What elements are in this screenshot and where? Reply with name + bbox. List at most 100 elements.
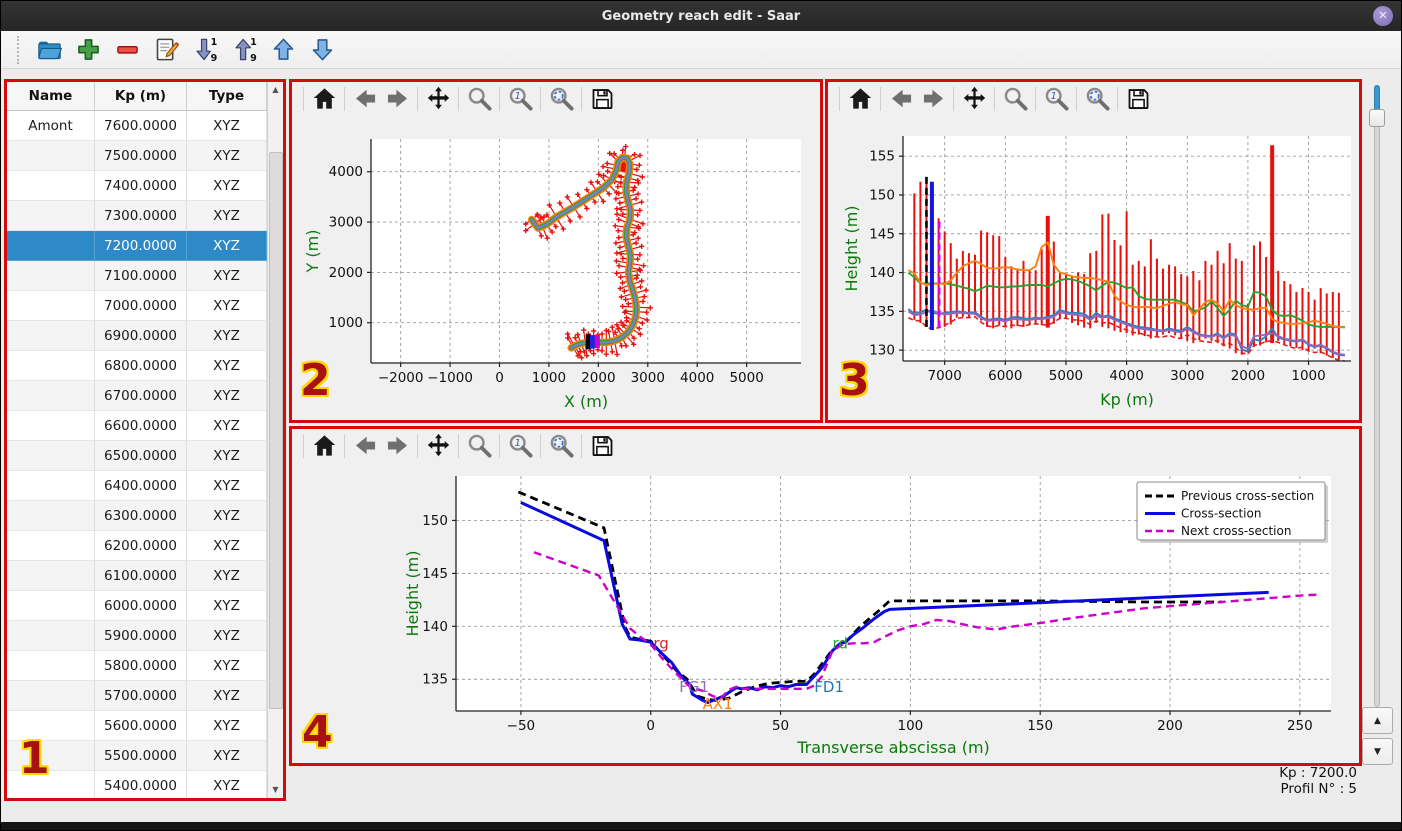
- zoom-button[interactable]: [1000, 84, 1030, 114]
- svg-text:1: 1: [514, 438, 520, 449]
- table-row[interactable]: 7300.0000 XYZ: [7, 201, 267, 231]
- svg-text:5000: 5000: [729, 370, 763, 386]
- table-row[interactable]: 6000.0000 XYZ: [7, 591, 267, 621]
- table-row[interactable]: 5900.0000 XYZ: [7, 621, 267, 651]
- cross-section-chart[interactable]: −50 0 50 100 150 200 250 135 140 145 150 rg rd FG1 FD1…: [292, 463, 1359, 763]
- table-row[interactable]: 6600.0000 XYZ: [7, 411, 267, 441]
- slider-thumb[interactable]: [1369, 109, 1385, 127]
- svg-text:4000: 4000: [680, 370, 714, 386]
- zoom-fit-button[interactable]: [546, 84, 576, 114]
- cross-sections-table: Name Kp (m) Type Amont 7600.0000 XYZ 7500.000…: [7, 82, 267, 798]
- zoom-button[interactable]: [464, 84, 494, 114]
- cell-name: [7, 591, 95, 621]
- pan-button[interactable]: [423, 84, 453, 114]
- toolbar-separator: [839, 87, 840, 111]
- table-row[interactable]: 6800.0000 XYZ: [7, 351, 267, 381]
- svg-text:3000: 3000: [1170, 368, 1204, 384]
- sort-descending-button[interactable]: 19: [190, 35, 220, 65]
- profile-chart[interactable]: 7000 6000 5000 4000 3000 2000 1000 130 135 140 145…: [828, 116, 1359, 420]
- remove-profile-button[interactable]: [112, 35, 142, 65]
- back-button[interactable]: [350, 431, 380, 461]
- svg-text:1000: 1000: [329, 315, 363, 331]
- profile-slider[interactable]: [1368, 85, 1385, 707]
- table-row[interactable]: Amont 7600.0000 XYZ: [7, 111, 267, 141]
- zoom-icon: [466, 87, 493, 115]
- column-header[interactable]: Type: [187, 82, 267, 110]
- zoom-fit-button[interactable]: [546, 431, 576, 461]
- table-scrollbar[interactable]: ▲ ▼: [267, 82, 283, 798]
- forward-icon: [920, 89, 947, 115]
- column-header[interactable]: Kp (m): [95, 82, 187, 110]
- zoom-one-button[interactable]: 1: [505, 431, 535, 461]
- spin-down-button[interactable]: ▼: [1362, 738, 1393, 765]
- table-row[interactable]: 6700.0000 XYZ: [7, 381, 267, 411]
- svg-text:150: 150: [422, 513, 448, 529]
- svg-text:rg: rg: [653, 635, 668, 653]
- table-row[interactable]: 7000.0000 XYZ: [7, 291, 267, 321]
- table-row[interactable]: 6900.0000 XYZ: [7, 321, 267, 351]
- table-row[interactable]: 6100.0000 XYZ: [7, 561, 267, 591]
- status-profil: Profil N° : 5: [1280, 781, 1357, 797]
- cell-name: [7, 261, 95, 291]
- spin-up-button[interactable]: ▲: [1362, 707, 1393, 734]
- svg-text:X (m): X (m): [564, 392, 608, 411]
- back-button[interactable]: [350, 84, 380, 114]
- table-row[interactable]: 6500.0000 XYZ: [7, 441, 267, 471]
- svg-text:Cross-section: Cross-section: [1181, 507, 1261, 521]
- home-button[interactable]: [845, 84, 875, 114]
- column-header[interactable]: Name: [7, 82, 95, 110]
- home-button[interactable]: [309, 84, 339, 114]
- back-button[interactable]: [886, 84, 916, 114]
- table-row[interactable]: 7400.0000 XYZ: [7, 171, 267, 201]
- table-row[interactable]: 5800.0000 XYZ: [7, 651, 267, 681]
- add-profile-button[interactable]: [73, 35, 103, 65]
- svg-text:5000: 5000: [1049, 368, 1083, 384]
- table-row[interactable]: 7200.0000 XYZ: [7, 231, 267, 261]
- cell-type: XYZ: [187, 651, 267, 681]
- save-button[interactable]: [587, 431, 617, 461]
- table-row[interactable]: 6200.0000 XYZ: [7, 531, 267, 561]
- save-icon: [589, 89, 616, 115]
- cell-type: XYZ: [187, 531, 267, 561]
- forward-button[interactable]: [382, 84, 412, 114]
- zoom-button[interactable]: [464, 431, 494, 461]
- scrollbar-thumb[interactable]: [269, 152, 283, 709]
- table-header: Name Kp (m) Type: [7, 82, 267, 111]
- home-icon: [847, 88, 874, 115]
- svg-text:1: 1: [250, 37, 257, 48]
- plan-chart[interactable]: −2000 −1000 0 1000 2000 3000 4000 5000 1000 2000 3…: [292, 116, 820, 420]
- svg-text:145: 145: [869, 226, 895, 242]
- table-row[interactable]: 7500.0000 XYZ: [7, 141, 267, 171]
- move-down-button[interactable]: [307, 35, 337, 65]
- table-row[interactable]: 7100.0000 XYZ: [7, 261, 267, 291]
- save-button[interactable]: [587, 84, 617, 114]
- open-button[interactable]: [34, 35, 64, 65]
- table-row[interactable]: 5700.0000 XYZ: [7, 681, 267, 711]
- sort-ascending-button[interactable]: 19: [229, 35, 259, 65]
- zoom-one-button[interactable]: 1: [1041, 84, 1071, 114]
- move-up-button[interactable]: [268, 35, 298, 65]
- zoom-one-button[interactable]: 1: [505, 84, 535, 114]
- toolbar-separator: [540, 87, 541, 111]
- home-button[interactable]: [309, 431, 339, 461]
- cross-section-toolbar: 1: [292, 429, 1359, 463]
- zoom-fit-button[interactable]: [1082, 84, 1112, 114]
- forward-icon: [384, 89, 411, 115]
- pan-button[interactable]: [959, 84, 989, 114]
- scroll-up-button[interactable]: ▲: [268, 82, 283, 98]
- table-row[interactable]: 6300.0000 XYZ: [7, 501, 267, 531]
- toolbar-grip[interactable]: [17, 35, 23, 64]
- svg-text:Height (m): Height (m): [403, 550, 422, 636]
- close-button[interactable]: ✕: [1373, 6, 1393, 26]
- pan-button[interactable]: [423, 431, 453, 461]
- table-row[interactable]: 6400.0000 XYZ: [7, 471, 267, 501]
- cell-type: XYZ: [187, 711, 267, 741]
- save-button[interactable]: [1123, 84, 1153, 114]
- toolbar-separator: [458, 434, 459, 458]
- scroll-down-button[interactable]: ▼: [268, 782, 283, 798]
- cell-type: XYZ: [187, 291, 267, 321]
- cell-name: [7, 321, 95, 351]
- forward-button[interactable]: [382, 431, 412, 461]
- edit-profile-button[interactable]: [151, 35, 181, 65]
- forward-button[interactable]: [918, 84, 948, 114]
